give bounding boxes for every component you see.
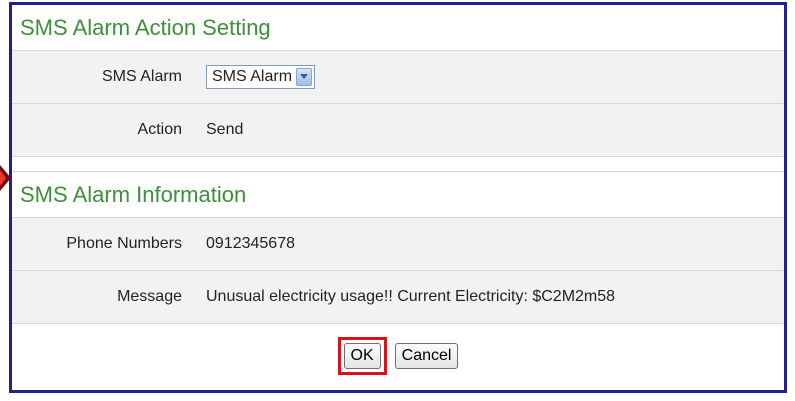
- section-divider: [12, 157, 784, 172]
- phone-value: 0912345678: [206, 235, 295, 252]
- sms-alarm-row: SMS Alarm SMS Alarm: [12, 51, 784, 104]
- phone-row: Phone Numbers 0912345678: [12, 218, 784, 271]
- action-setting-title: SMS Alarm Action Setting: [12, 5, 784, 51]
- sms-alarm-panel: SMS Alarm Action Setting SMS Alarm SMS A…: [9, 2, 787, 393]
- alarm-info-title: SMS Alarm Information: [12, 172, 784, 218]
- button-bar: OK Cancel: [12, 324, 784, 388]
- message-row: Message Unusual electricity usage!! Curr…: [12, 271, 784, 324]
- action-value: Send: [206, 121, 244, 138]
- sms-alarm-selected-text: SMS Alarm: [212, 68, 293, 85]
- cancel-button[interactable]: Cancel: [394, 343, 459, 369]
- message-label: Message: [117, 288, 182, 305]
- sms-alarm-value: SMS Alarm: [196, 65, 316, 89]
- pointer-arrow-inner-icon: [0, 170, 6, 186]
- ok-highlight-box: OK: [337, 337, 387, 375]
- action-label: Action: [137, 121, 182, 138]
- sms-alarm-select[interactable]: SMS Alarm: [206, 65, 316, 89]
- chevron-down-icon[interactable]: [296, 68, 313, 86]
- phone-label: Phone Numbers: [66, 235, 182, 252]
- ok-button[interactable]: OK: [343, 343, 381, 369]
- message-value: Unusual electricity usage!! Current Elec…: [206, 288, 616, 305]
- sms-alarm-label: SMS Alarm: [101, 68, 182, 85]
- action-row: Action Send: [12, 104, 784, 157]
